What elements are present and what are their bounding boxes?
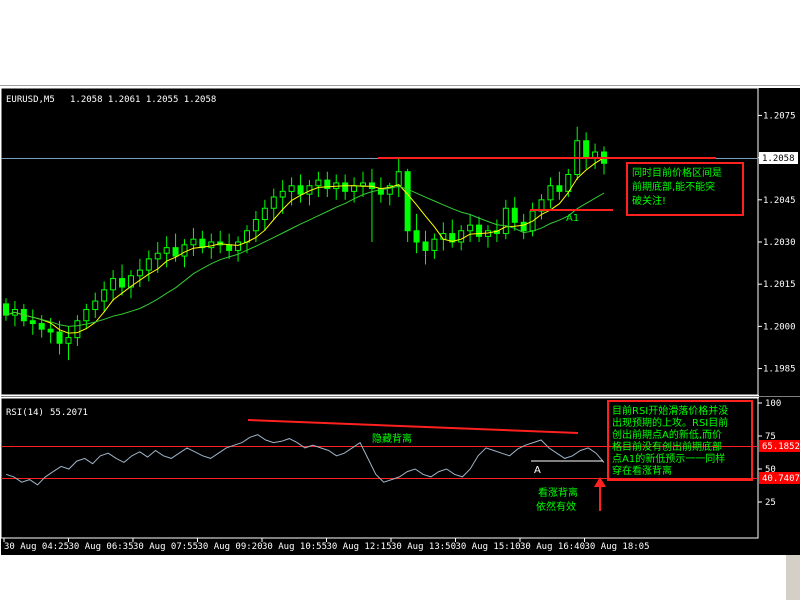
price-axis-label: 1.2000 (763, 322, 796, 332)
rsi-note-line-5: 点A1的新低预示一一同样 (612, 452, 725, 465)
candle-bear (413, 230, 420, 243)
candle-bull (65, 337, 72, 344)
candle-bull (395, 171, 402, 187)
point-a-label: A (534, 465, 541, 476)
candle-bull (252, 219, 259, 232)
symbol-label: EURUSD,M5 (6, 95, 55, 105)
rsi-value: 55.2071 (50, 408, 88, 418)
candle-bull (163, 247, 170, 254)
candle-bear (476, 224, 483, 237)
point-a1-label: A1 (566, 213, 579, 224)
candle-bear (3, 303, 9, 316)
candle-bear (29, 320, 36, 325)
price-panel (1, 88, 759, 395)
bullish-divergence-line-1: 看涨背离 (538, 486, 578, 499)
rsi-note-line-2: 出现预期的上攻。RSI目前 (612, 416, 728, 429)
candle-bull (592, 151, 599, 159)
candle-bear (342, 182, 349, 192)
price-axis-label: 1.2075 (763, 111, 796, 121)
candle-bull (279, 190, 286, 198)
time-axis-label: 30 Aug 09:20 (198, 542, 263, 552)
time-axis-label: 30 Aug 16:40 (520, 542, 585, 552)
candle-bear (404, 171, 411, 232)
rsi-lower-level-label: 40.7407 (762, 474, 800, 484)
candle-bear (583, 140, 590, 159)
time-axis-label: 30 Aug 10:55 (262, 542, 327, 552)
chart-canvas[interactable]: EURUSD,M5 1.2058 1.2061 1.2055 1.2058 RS… (0, 87, 800, 600)
time-axis-label: 30 Aug 07:55 (133, 542, 198, 552)
price-note-line-1: 同时目前价格区间是 (632, 166, 722, 179)
rsi-note-line-1: 目前RSI开始滑落价格并没 (612, 404, 728, 417)
candle-bull (74, 320, 81, 339)
candle-bull (190, 238, 197, 246)
candle-bull (458, 230, 465, 243)
candle-bear (556, 185, 563, 192)
candle-bear (199, 238, 206, 249)
rsi-note-line-6: 穿在看涨背离 (612, 464, 672, 477)
candle-bear (226, 244, 233, 251)
candle-bull (83, 309, 90, 322)
candle-bull (92, 300, 99, 310)
rsi-note-line-3: 创出前期点A的新低,而价 (612, 428, 722, 441)
candle-bear (297, 185, 304, 195)
candle-bull (431, 238, 438, 251)
time-axis-label: 30 Aug 12:15 (327, 542, 392, 552)
price-axis-label: 1.2045 (763, 196, 796, 206)
price-axis-label: 1.1985 (763, 365, 796, 375)
time-axis-label: 30 Aug 06:35 (69, 542, 134, 552)
candle-bull (208, 241, 215, 249)
candle-bear (119, 278, 126, 288)
candle-bull (315, 179, 322, 187)
candle-bull (235, 241, 242, 251)
time-axis-label: 30 Aug 04:25 (4, 542, 69, 552)
candle-bull (261, 207, 268, 220)
price-note-line-2: 前期底部,能不能突 (632, 180, 715, 193)
candle-bull (145, 258, 152, 271)
rsi-note-line-4: 格目前没有创出前期底部 (612, 440, 722, 453)
candle-bull (360, 182, 367, 187)
rsi-axis-label: 25 (765, 498, 776, 508)
time-axis-label: 30 Aug 15:10 (456, 542, 521, 552)
candle-bull (502, 207, 509, 235)
hidden-divergence-label: 隐藏背离 (372, 432, 412, 445)
rsi-axis-label: 100 (765, 399, 781, 409)
rsi-label: RSI(14) (6, 408, 44, 418)
candle-bull (288, 185, 295, 192)
ohlc-label: 1.2058 1.2061 1.2055 1.2058 (70, 95, 216, 105)
price-axis-label: 1.2015 (763, 280, 796, 290)
candle-bull (154, 252, 161, 260)
candle-bear (172, 247, 179, 257)
candle-bear (520, 221, 527, 232)
candle-bull (181, 244, 188, 257)
candle-bear (422, 241, 429, 251)
price-axis-label: 1.2030 (763, 238, 796, 248)
candle-bull (547, 185, 554, 201)
current-price-label: 1.2058 (762, 154, 795, 164)
candle-bear (38, 323, 45, 330)
candle-bear (47, 328, 54, 333)
candle-bull (101, 289, 108, 302)
candle-bear (56, 331, 63, 344)
candle-bull (351, 185, 358, 192)
candle-bull (243, 230, 250, 243)
time-axis-label: 30 Aug 18:05 (585, 542, 650, 552)
candle-bull (467, 224, 474, 232)
price-note-line-3: 破关注! (632, 194, 666, 207)
scroll-corner[interactable] (786, 555, 800, 600)
time-axis-label: 30 Aug 13:50 (391, 542, 456, 552)
candle-bull (136, 269, 143, 277)
candle-bull (110, 278, 117, 291)
candle-bull (270, 196, 277, 209)
candle-bear (368, 182, 375, 190)
bullish-divergence-line-2: 依然有效 (536, 500, 576, 513)
rsi-upper-level-label: 65.1852 (762, 442, 800, 452)
candle-bear (511, 207, 518, 223)
